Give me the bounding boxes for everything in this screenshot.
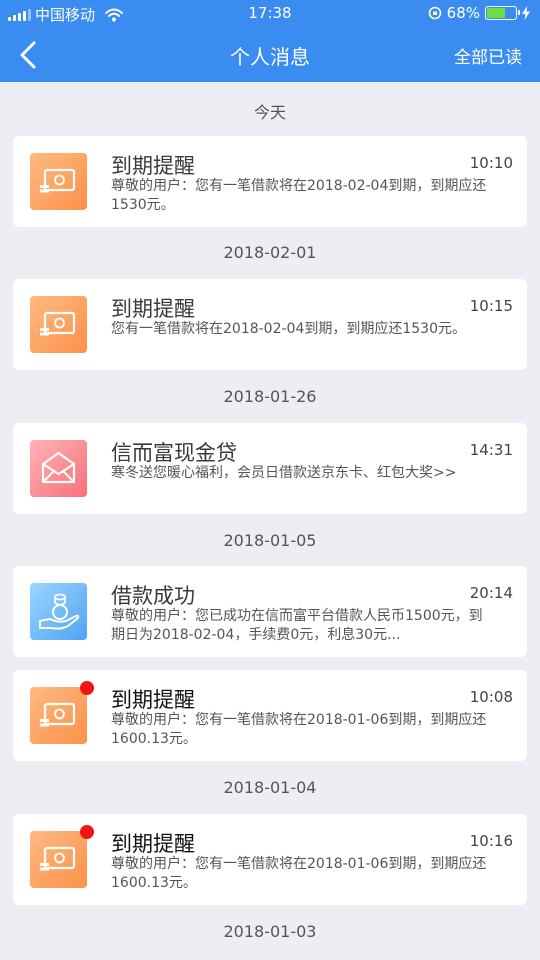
message-card[interactable]: 借款成功 20:14 尊敬的用户：您已成功在信而富平台借款人民币1500元，到期… — [13, 566, 527, 657]
message-time: 10:10 — [469, 154, 513, 172]
rotation-lock-icon — [428, 6, 441, 20]
cash-icon — [30, 687, 87, 744]
battery-icon — [485, 6, 520, 20]
message-time: 10:16 — [469, 832, 513, 850]
message-card[interactable]: 信而富现金贷 14:31 寒冬送您暖心福利，会员日借款送京东卡、红包大奖>> — [13, 423, 527, 514]
date-header: 今天 — [253, 103, 286, 122]
message-title: 借款成功 — [111, 584, 195, 608]
top-bar: 中国移动 17:38 68% 个人消息 全部已读 — [0, 0, 540, 82]
message-title: 信而富现金贷 — [111, 441, 237, 465]
message-time: 20:14 — [469, 584, 513, 602]
coin-hand-icon — [30, 583, 87, 640]
cash-icon — [30, 831, 87, 888]
message-text: 尊敬的用户：您已成功在信而富平台借款人民币1500元，到期日为2018-02-0… — [111, 608, 483, 643]
read-all-button[interactable]: 全部已读 — [454, 43, 522, 68]
message-text: 寒冬送您暖心福利，会员日借款送京东卡、红包大奖>> — [111, 465, 457, 481]
message-text: 您有一笔借款将在2018-02-04到期，到期应还1530元。 — [111, 321, 466, 337]
message-card[interactable]: 到期提醒 10:16 尊敬的用户：您有一笔借款将在2018-01-06到期，到期… — [13, 814, 527, 905]
unread-dot — [80, 681, 94, 695]
message-card[interactable]: 到期提醒 10:15 您有一笔借款将在2018-02-04到期，到期应还1530… — [13, 279, 527, 370]
cash-icon — [30, 153, 87, 210]
charging-icon — [522, 6, 530, 20]
date-header: 2018-01-26 — [223, 387, 317, 406]
date-header: 2018-01-05 — [223, 531, 317, 550]
message-card[interactable]: 到期提醒 10:10 尊敬的用户：您有一笔借款将在2018-02-04到期，到期… — [13, 136, 527, 227]
envelope-icon — [30, 440, 87, 497]
message-time: 14:31 — [469, 441, 513, 459]
message-title: 到期提醒 — [111, 688, 195, 712]
message-title: 到期提醒 — [111, 154, 195, 178]
status-right: 68% — [428, 4, 530, 22]
status-bar: 中国移动 17:38 68% — [0, 0, 540, 28]
message-card[interactable]: 到期提醒 10:08 尊敬的用户：您有一笔借款将在2018-01-06到期，到期… — [13, 670, 527, 761]
message-text: 尊敬的用户：您有一笔借款将在2018-02-04到期，到期应还1530元。 — [111, 178, 487, 213]
battery-percent: 68% — [446, 4, 480, 22]
date-header: 2018-02-01 — [223, 243, 317, 262]
message-text: 尊敬的用户：您有一笔借款将在2018-01-06到期，到期应还1600.13元。 — [111, 712, 487, 747]
message-time: 10:15 — [469, 297, 513, 315]
message-title: 到期提醒 — [111, 297, 195, 321]
date-header: 2018-01-04 — [223, 778, 317, 797]
unread-dot — [80, 825, 94, 839]
message-time: 10:08 — [469, 688, 513, 706]
message-title: 到期提醒 — [111, 832, 195, 856]
date-header: 2018-01-03 — [223, 922, 317, 941]
message-text: 尊敬的用户：您有一笔借款将在2018-01-06到期，到期应还1600.13元。 — [111, 856, 487, 891]
nav-bar: 个人消息 全部已读 — [0, 28, 540, 82]
cash-icon — [30, 296, 87, 353]
